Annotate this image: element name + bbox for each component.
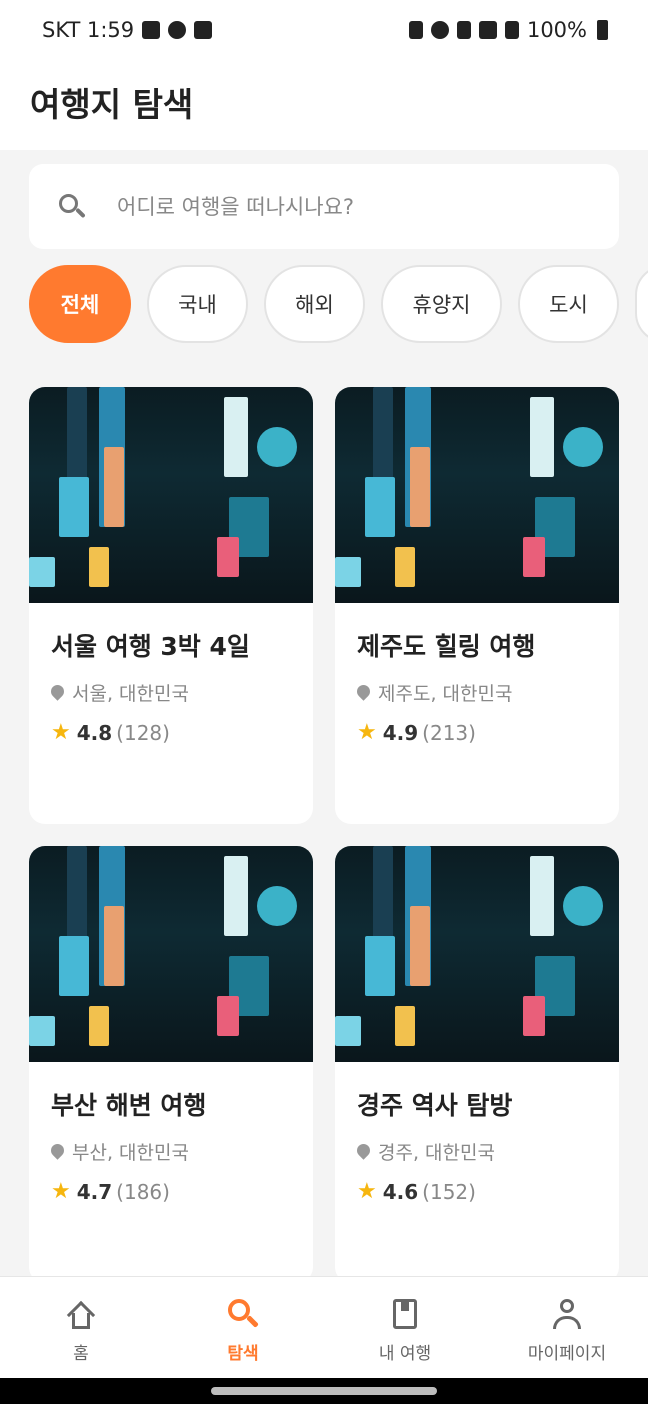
rating-value: 4.8: [76, 720, 113, 745]
nav-item-home[interactable]: 홈: [0, 1277, 162, 1378]
header: 여행지 탐색: [0, 60, 648, 150]
mute-icon: [456, 21, 471, 39]
battery-icon: [597, 20, 608, 40]
star-icon: ★: [357, 720, 377, 745]
chip-overseas[interactable]: 해외: [264, 265, 365, 343]
rating-value: 4.9: [382, 720, 419, 745]
card-title: 서울 여행 3박 4일: [51, 632, 250, 661]
carrier-time: SKT 1:59: [42, 18, 135, 42]
location-pin-icon: [51, 1144, 64, 1160]
alarm-icon: [430, 21, 449, 39]
destination-card[interactable]: 서울 여행 3박 4일 서울, 대한민국 ★ 4.8 (128): [29, 387, 313, 824]
search-bar[interactable]: [29, 164, 619, 249]
location-pin-icon: [51, 685, 64, 701]
person-icon: [550, 1297, 584, 1331]
rating-count: (152): [422, 1179, 476, 1204]
status-bar-left: SKT 1:59: [42, 18, 213, 42]
chip-all[interactable]: 전체: [29, 265, 131, 343]
card-title: 부산 해변 여행: [51, 1091, 207, 1120]
location-text: 서울, 대한민국: [72, 683, 189, 705]
nav-label: 마이페이지: [527, 1344, 607, 1364]
search-input[interactable]: [117, 194, 577, 219]
signal-icon: [504, 21, 519, 39]
card-rating: ★ 4.9 (213): [357, 720, 597, 745]
card-location: 제주도, 대한민국: [357, 679, 597, 706]
location-text: 경주, 대한민국: [378, 1142, 495, 1164]
destination-card[interactable]: 제주도 힐링 여행 제주도, 대한민국 ★ 4.9 (213): [335, 387, 619, 824]
location-text: 제주도, 대한민국: [378, 683, 513, 705]
nav-label: 내 여행: [378, 1344, 432, 1364]
nav-item-explore[interactable]: 탐색: [162, 1277, 324, 1378]
card-image: [335, 846, 619, 1062]
home-indicator[interactable]: [211, 1387, 437, 1395]
card-location: 서울, 대한민국: [51, 679, 291, 706]
card-title: 제주도 힐링 여행: [357, 632, 536, 661]
nav-item-my-trips[interactable]: 내 여행: [324, 1277, 486, 1378]
bottom-nav: 홈 탐색 내 여행 마이페이지: [0, 1276, 648, 1378]
category-chips: 전체 국내 해외 휴양지 도시: [29, 265, 648, 343]
nav-label: 탐색: [227, 1344, 259, 1364]
destination-card[interactable]: 경주 역사 탐방 경주, 대한민국 ★ 4.6 (152): [335, 846, 619, 1283]
status-bar: SKT 1:59 100%: [0, 0, 648, 60]
chip-city[interactable]: 도시: [518, 265, 619, 343]
5g-icon: [478, 21, 497, 39]
card-rating: ★ 4.6 (152): [357, 1179, 597, 1204]
search-icon: [57, 192, 87, 222]
location-text: 부산, 대한민국: [72, 1142, 189, 1164]
location-pin-icon: [357, 685, 370, 701]
nav-label: 홈: [73, 1344, 89, 1364]
rating-count: (213): [422, 720, 476, 745]
battery-saver-icon: [408, 21, 423, 39]
home-icon: [64, 1297, 98, 1331]
battery-percent: 100%: [526, 18, 587, 42]
system-nav-bar: [0, 1378, 648, 1404]
card-image: [29, 846, 313, 1062]
nav-item-mypage[interactable]: 마이페이지: [486, 1277, 648, 1378]
card-rating: ★ 4.8 (128): [51, 720, 291, 745]
bookmark-icon: [388, 1297, 422, 1331]
rating-count: (186): [116, 1179, 170, 1204]
rating-count: (128): [116, 720, 170, 745]
gallery-icon: [142, 21, 161, 39]
destination-card[interactable]: 부산 해변 여행 부산, 대한민국 ★ 4.7 (186): [29, 846, 313, 1283]
chip-resort[interactable]: 휴양지: [381, 265, 502, 343]
card-image: [335, 387, 619, 603]
chip-domestic[interactable]: 국내: [147, 265, 248, 343]
star-icon: ★: [357, 1179, 377, 1204]
status-bar-right: 100%: [408, 18, 608, 42]
page-title: 여행지 탐색: [30, 85, 194, 124]
location-pin-icon: [357, 1144, 370, 1160]
rating-value: 4.7: [76, 1179, 113, 1204]
rating-value: 4.6: [382, 1179, 419, 1204]
clock-app-icon: [194, 21, 213, 39]
card-image: [29, 387, 313, 603]
star-icon: ★: [51, 720, 71, 745]
talk-icon: [168, 21, 187, 39]
star-icon: ★: [51, 1179, 71, 1204]
chip-more[interactable]: [635, 265, 648, 343]
card-location: 부산, 대한민국: [51, 1138, 291, 1165]
card-title: 경주 역사 탐방: [357, 1091, 513, 1120]
card-rating: ★ 4.7 (186): [51, 1179, 291, 1204]
card-location: 경주, 대한민국: [357, 1138, 597, 1165]
search-icon: [226, 1297, 260, 1331]
